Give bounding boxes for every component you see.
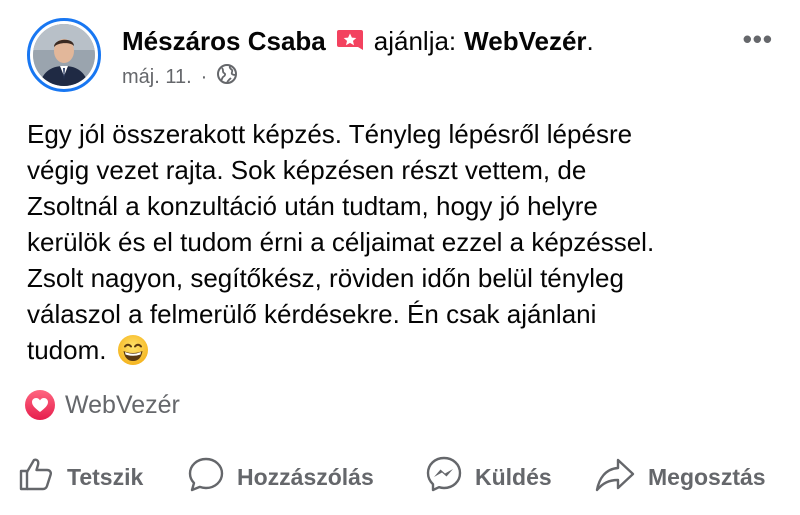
body-line-last: tudom. <box>27 332 787 375</box>
share-label: Megosztás <box>648 463 766 490</box>
like-button[interactable]: Tetszik <box>17 452 143 502</box>
globe-icon <box>216 63 238 91</box>
send-button[interactable]: Küldés <box>425 452 552 502</box>
page-name[interactable]: WebVezér <box>464 26 586 57</box>
send-label: Küldés <box>475 463 552 490</box>
post-body: Egy jól összerakott képzés. Tényleg lépé… <box>27 116 787 375</box>
avatar <box>33 24 95 86</box>
more-options-button[interactable]: ••• <box>743 24 773 55</box>
thumbs-up-icon <box>17 455 67 499</box>
body-line: Egy jól összerakott képzés. Tényleg lépé… <box>27 119 633 149</box>
like-label: Tetszik <box>67 463 144 490</box>
comment-button[interactable]: Hozzászólás <box>187 452 374 502</box>
share-button[interactable]: Megosztás <box>594 452 766 502</box>
author-name[interactable]: Mészáros Csaba <box>122 26 326 57</box>
grinning-face-emoji <box>117 334 149 375</box>
post-meta: máj. 11. · <box>122 64 238 90</box>
reaction-label[interactable]: WebVezér <box>65 391 180 420</box>
body-line: válaszol a felmerülő kérdésekre. Én csak… <box>27 299 597 329</box>
header-period: . <box>586 25 594 56</box>
body-line: Zsoltnál a konzultáció után tudtam, hogy… <box>27 191 598 221</box>
body-line: végig vezet rajta. Sok képzésen részt ve… <box>27 155 587 185</box>
post-date[interactable]: máj. 11. <box>122 66 192 89</box>
comment-icon <box>187 455 237 499</box>
star-badge-icon <box>336 28 364 54</box>
share-icon <box>594 455 648 499</box>
author-avatar-ring[interactable] <box>27 18 101 92</box>
heart-icon <box>25 390 55 420</box>
body-line: Zsolt nagyon, segítőkész, röviden időn b… <box>27 263 624 293</box>
recommend-verb: ajánlja: <box>373 25 457 56</box>
meta-separator: · <box>200 65 208 88</box>
action-bar: Tetszik Hozzászólás Küldés Megosztás <box>0 452 800 502</box>
body-line: kerülök és el tudom érni a céljaimat ezz… <box>27 227 655 257</box>
recommendation-reaction[interactable]: WebVezér <box>25 390 180 420</box>
body-line-text: tudom. <box>27 335 107 365</box>
comment-label: Hozzászólás <box>237 463 374 490</box>
messenger-icon <box>425 455 475 499</box>
post-header: Mészáros Csaba ajánlja: WebVezér. <box>122 22 594 60</box>
